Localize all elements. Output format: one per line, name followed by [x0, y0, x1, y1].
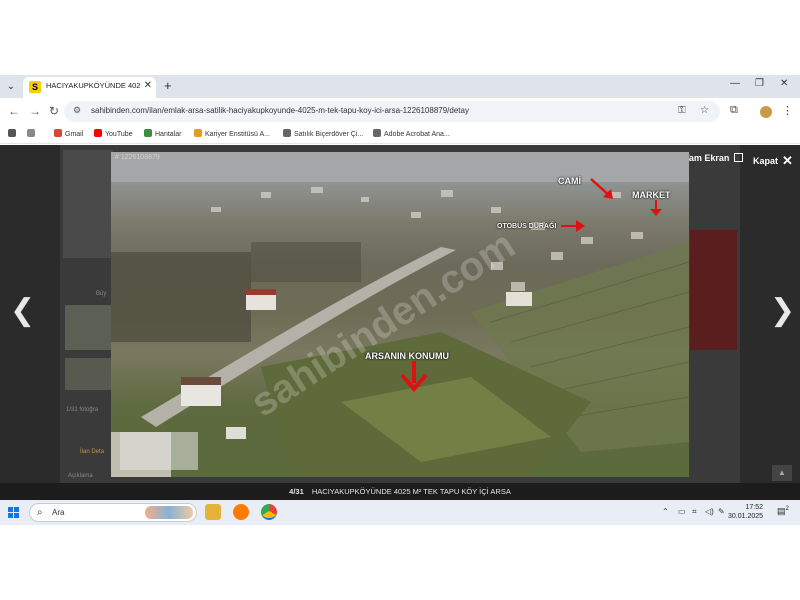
tab-search-icon[interactable]: ⌄ — [3, 79, 19, 95]
label-otobus: OTOBÜS DURAĞI — [497, 223, 557, 230]
bg-text: 1/31 fotoğra — [66, 407, 99, 413]
clock-date: 30.01.2025 — [728, 513, 764, 520]
kariyer-icon — [194, 129, 202, 137]
url-text[interactable]: sahibinden.com/ilan/emlak-arsa-satilik-h… — [91, 106, 469, 115]
all-tabs-icon[interactable] — [8, 129, 19, 138]
chrome-menu-icon[interactable]: ⋮ — [782, 104, 793, 117]
listing-photo[interactable]: # 1226108879 sahibinden.com CAMİ MARKET … — [111, 152, 689, 477]
new-tab-button[interactable]: + — [164, 78, 172, 93]
address-bar[interactable]: ⚙ sahibinden.com/ilan/emlak-arsa-satilik… — [64, 101, 720, 122]
gmail-icon — [54, 129, 62, 137]
bookmark-youtube[interactable]: YouTube — [94, 129, 133, 138]
reload-icon[interactable]: ↻ — [49, 104, 59, 118]
forward-icon[interactable]: → — [29, 104, 41, 118]
arrow-cami-icon — [590, 178, 613, 199]
browser-tab[interactable]: S HACIYAKUPKÖYÜNDE 4025 M² T ✕ — [23, 77, 156, 98]
pen-icon[interactable]: ✎ — [718, 507, 725, 516]
tray-overflow-icon[interactable]: ⌃ — [662, 507, 669, 516]
globe-icon — [283, 129, 291, 137]
label-market: MARKET — [632, 190, 671, 200]
browser-tab-strip: ⌄ S HACIYAKUPKÖYÜNDE 4025 M² T ✕ + — ❐ ✕ — [0, 75, 800, 98]
bg-text: Büy — [96, 291, 107, 297]
apps-grid-icon[interactable] — [27, 129, 38, 138]
label-cami: CAMİ — [558, 176, 581, 186]
youtube-icon — [94, 129, 102, 137]
photo-caption-bar: 4/31 HACIYAKUPKÖYÜNDE 4025 M² TEK TAPU K… — [0, 483, 800, 500]
label-arsa: ARSANIN KONUMU — [365, 351, 449, 361]
system-clock[interactable]: 17:52 30.01.2025 — [728, 503, 763, 521]
bg-text: Açıklama — [68, 473, 93, 479]
photographer-logo — [120, 432, 198, 470]
extensions-icon[interactable]: ⧉ — [730, 104, 738, 117]
hantalar-icon — [144, 129, 152, 137]
restore-icon[interactable]: ❐ — [755, 78, 764, 89]
site-info-icon[interactable]: ⚙ — [73, 105, 81, 116]
bookmark-bicerdover[interactable]: Satılık Biçerdöver Çi... — [283, 129, 363, 138]
taskbar-search[interactable]: ⌕ Ara — [29, 503, 197, 522]
close-icon: ✕ — [782, 153, 793, 168]
windows-start-icon[interactable] — [8, 507, 19, 518]
bookmark-hantalar[interactable]: Hantalar — [144, 129, 181, 138]
bookmark-kariyer[interactable]: Kariyer Enstitüsü A... — [194, 129, 270, 138]
photo-counter: 4/31 — [289, 487, 304, 496]
bg-price-box — [690, 230, 737, 350]
chrome-taskbar-icon[interactable] — [261, 504, 277, 520]
tab-close-icon[interactable]: ✕ — [144, 80, 152, 91]
tab-title: HACIYAKUPKÖYÜNDE 4025 M² T — [46, 81, 140, 90]
sahibinden-favicon-icon: S — [29, 81, 41, 93]
next-photo-icon[interactable]: ❯ — [770, 293, 795, 328]
photo-caption: HACIYAKUPKÖYÜNDE 4025 M² TEK TAPU KÖY İÇ… — [311, 487, 511, 496]
minimize-icon[interactable]: — — [730, 78, 740, 89]
arrow-market-icon — [650, 200, 662, 216]
search-highlight-image — [145, 506, 193, 519]
clock-time: 17:52 — [745, 504, 764, 511]
windows-taskbar: ⌕ Ara ⌃ ▭ ⌗ ◁) ✎ 17:52 30.01.2025 ▤2 — [0, 500, 800, 525]
bookmark-gmail[interactable]: Gmail — [54, 129, 83, 138]
bg-thumbnail — [65, 358, 111, 390]
vpn-app-icon[interactable] — [233, 504, 249, 520]
previous-photo-icon[interactable]: ❮ — [10, 293, 35, 328]
bookmark-star-icon[interactable]: ☆ — [700, 105, 709, 116]
bg-thumbnail — [63, 150, 113, 258]
search-placeholder: Ara — [52, 508, 65, 517]
network-icon[interactable]: ⌗ — [692, 507, 697, 517]
bookmark-adobe[interactable]: Adobe Acrobat Ana... — [373, 129, 450, 138]
globe-icon — [373, 129, 381, 137]
volume-icon[interactable]: ◁) — [705, 507, 714, 516]
fullscreen-icon — [734, 153, 744, 162]
photo-viewer: Büy 1/31 fotoğra İlan Deta Açıklama ❮ ❯ … — [0, 145, 800, 500]
arrow-otobus-icon — [561, 220, 585, 232]
search-icon: ⌕ — [37, 507, 43, 518]
profile-avatar[interactable] — [760, 106, 772, 118]
screen: ⌄ S HACIYAKUPKÖYÜNDE 4025 M² T ✕ + — ❐ ✕… — [0, 0, 800, 600]
browser-toolbar: ← → ↻ ⚙ sahibinden.com/ilan/emlak-arsa-s… — [0, 98, 800, 125]
bg-thumbnail — [65, 305, 111, 350]
file-explorer-icon[interactable] — [205, 504, 221, 520]
fullscreen-button[interactable]: Tam Ekran — [684, 153, 744, 163]
bg-text: İlan Deta — [80, 449, 105, 455]
notification-count: 2 — [785, 506, 789, 512]
notifications-icon[interactable]: ▤2 — [777, 506, 789, 517]
photo-id: # 1226108879 — [115, 154, 160, 161]
password-key-icon[interactable]: ⚿ — [678, 105, 686, 116]
bookmarks-bar: Gmail YouTube Hantalar Kariyer Enstitüsü… — [0, 125, 800, 144]
scroll-top-icon[interactable]: ▲ — [772, 465, 792, 481]
battery-icon[interactable]: ▭ — [678, 507, 686, 516]
close-viewer-button[interactable]: Kapat ✕ — [753, 153, 793, 169]
back-icon[interactable]: ← — [8, 104, 20, 118]
window-close-icon[interactable]: ✕ — [780, 78, 788, 89]
arrow-arsa-icon — [400, 361, 428, 393]
